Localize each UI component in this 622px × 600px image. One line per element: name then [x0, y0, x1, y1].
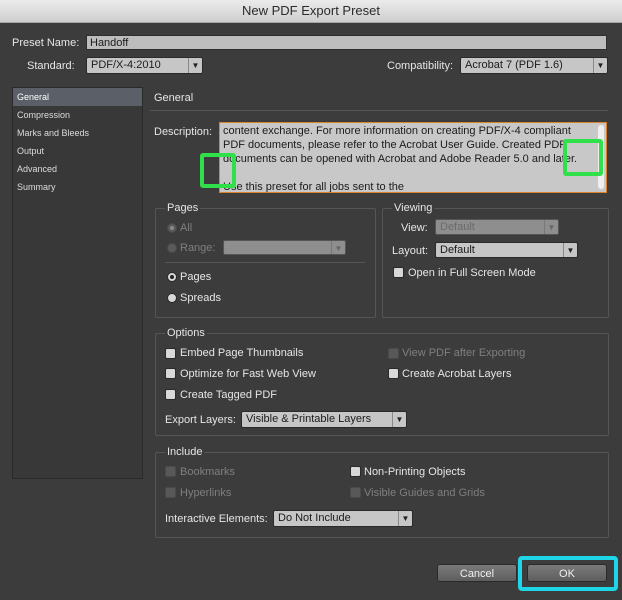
highlight-marker-left	[200, 153, 236, 188]
sidebar-item-output[interactable]: Output	[13, 142, 142, 160]
description-line	[223, 166, 592, 180]
preset-name-label: Preset Name:	[12, 37, 80, 49]
pages-group-title: Pages	[165, 202, 201, 214]
window-title: New PDF Export Preset	[0, 0, 622, 23]
acrobat-layers-label: Create Acrobat Layers	[402, 368, 512, 380]
sidebar-item-general[interactable]: General	[13, 88, 142, 106]
hyperlinks-checkbox[interactable]	[165, 487, 176, 498]
cancel-button[interactable]: Cancel	[437, 564, 517, 582]
chevron-down-icon: ▼	[188, 58, 202, 73]
compatibility-value: Acrobat 7 (PDF 1.6)	[465, 59, 563, 71]
highlight-marker-right	[563, 139, 603, 176]
sidebar-item-compression[interactable]: Compression	[13, 106, 142, 124]
standard-select[interactable]: PDF/X-4:2010 ▼	[86, 57, 203, 74]
standard-label: Standard:	[27, 60, 75, 72]
pages-label: Pages	[180, 271, 212, 283]
divider	[150, 110, 608, 111]
chevron-down-icon: ▼	[331, 241, 345, 254]
embed-thumbnails-label: Embed Page Thumbnails	[180, 347, 304, 359]
include-group-title: Include	[165, 446, 205, 458]
description-line: Use this preset for all jobs sent to the	[223, 181, 404, 193]
export-layers-value: Visible & Printable Layers	[246, 413, 372, 425]
pages-all-radio[interactable]	[167, 223, 177, 233]
bookmarks-label: Bookmarks	[180, 466, 236, 478]
pages-range-label: Range:	[180, 242, 216, 254]
export-layers-select[interactable]: Visible & Printable Layers ▼	[241, 411, 407, 428]
optimize-web-checkbox[interactable]	[165, 368, 176, 379]
optimize-web-label: Optimize for Fast Web View	[180, 368, 316, 380]
viewing-group-title: Viewing	[392, 202, 435, 214]
visible-guides-label: Visible Guides and Grids	[364, 487, 485, 499]
category-list: General Compression Marks and Bleeds Out…	[12, 87, 143, 479]
description-line: documents can be opened with Acrobat and…	[223, 153, 578, 165]
interactive-elements-label: Interactive Elements:	[165, 513, 268, 525]
compatibility-select[interactable]: Acrobat 7 (PDF 1.6) ▼	[460, 57, 608, 74]
layout-select[interactable]: Default ▼	[435, 242, 578, 258]
pages-range-radio[interactable]	[167, 243, 177, 253]
create-tagged-label: Create Tagged PDF	[180, 389, 278, 401]
interactive-elements-select[interactable]: Do Not Include ▼	[273, 510, 413, 527]
non-printing-label: Non-Printing Objects	[364, 466, 466, 478]
view-after-export-checkbox[interactable]	[388, 348, 399, 359]
chevron-down-icon: ▼	[392, 412, 406, 427]
pages-radio[interactable]	[167, 272, 177, 282]
visible-guides-checkbox[interactable]	[350, 487, 361, 498]
description-textarea[interactable]: content exchange. For more information o…	[219, 122, 607, 193]
divider	[165, 262, 365, 263]
standard-value: PDF/X-4:2010	[91, 59, 161, 71]
preset-name-input[interactable]: Handoff	[86, 35, 607, 50]
ok-highlight-marker	[518, 556, 618, 591]
view-value: Default	[440, 221, 475, 233]
sidebar-item-summary[interactable]: Summary	[13, 178, 142, 196]
hyperlinks-label: Hyperlinks	[180, 487, 232, 499]
spreads-radio[interactable]	[167, 293, 177, 303]
pages-all-label: All	[180, 222, 193, 234]
fullscreen-checkbox[interactable]	[393, 267, 404, 278]
export-layers-label: Export Layers:	[165, 414, 236, 426]
view-select[interactable]: Default ▼	[435, 219, 559, 235]
chevron-down-icon: ▼	[544, 220, 558, 234]
sidebar-item-marks-and-bleeds[interactable]: Marks and Bleeds	[13, 124, 142, 142]
view-after-export-label: View PDF after Exporting	[402, 347, 526, 359]
description-line: PDF documents, please refer to the Acrob…	[223, 139, 566, 151]
spreads-label: Spreads	[180, 292, 221, 304]
description-label: Description:	[154, 126, 213, 138]
chevron-down-icon: ▼	[593, 58, 607, 73]
embed-thumbnails-checkbox[interactable]	[165, 348, 176, 359]
section-heading-general: General	[154, 92, 194, 104]
interactive-elements-value: Do Not Include	[278, 512, 351, 524]
sidebar-item-advanced[interactable]: Advanced	[13, 160, 142, 178]
bookmarks-checkbox[interactable]	[165, 466, 176, 477]
acrobat-layers-checkbox[interactable]	[388, 368, 399, 379]
chevron-down-icon: ▼	[398, 511, 412, 526]
compatibility-label: Compatibility:	[387, 60, 454, 72]
layout-label: Layout:	[392, 245, 429, 257]
fullscreen-label: Open in Full Screen Mode	[408, 267, 536, 279]
chevron-down-icon: ▼	[563, 243, 577, 257]
options-group-title: Options	[165, 327, 207, 339]
layout-value: Default	[440, 244, 475, 256]
create-tagged-checkbox[interactable]	[165, 389, 176, 400]
pages-range-select[interactable]: ▼	[223, 240, 346, 255]
description-line: content exchange. For more information o…	[223, 125, 571, 137]
view-label: View:	[401, 222, 428, 234]
non-printing-checkbox[interactable]	[350, 466, 361, 477]
